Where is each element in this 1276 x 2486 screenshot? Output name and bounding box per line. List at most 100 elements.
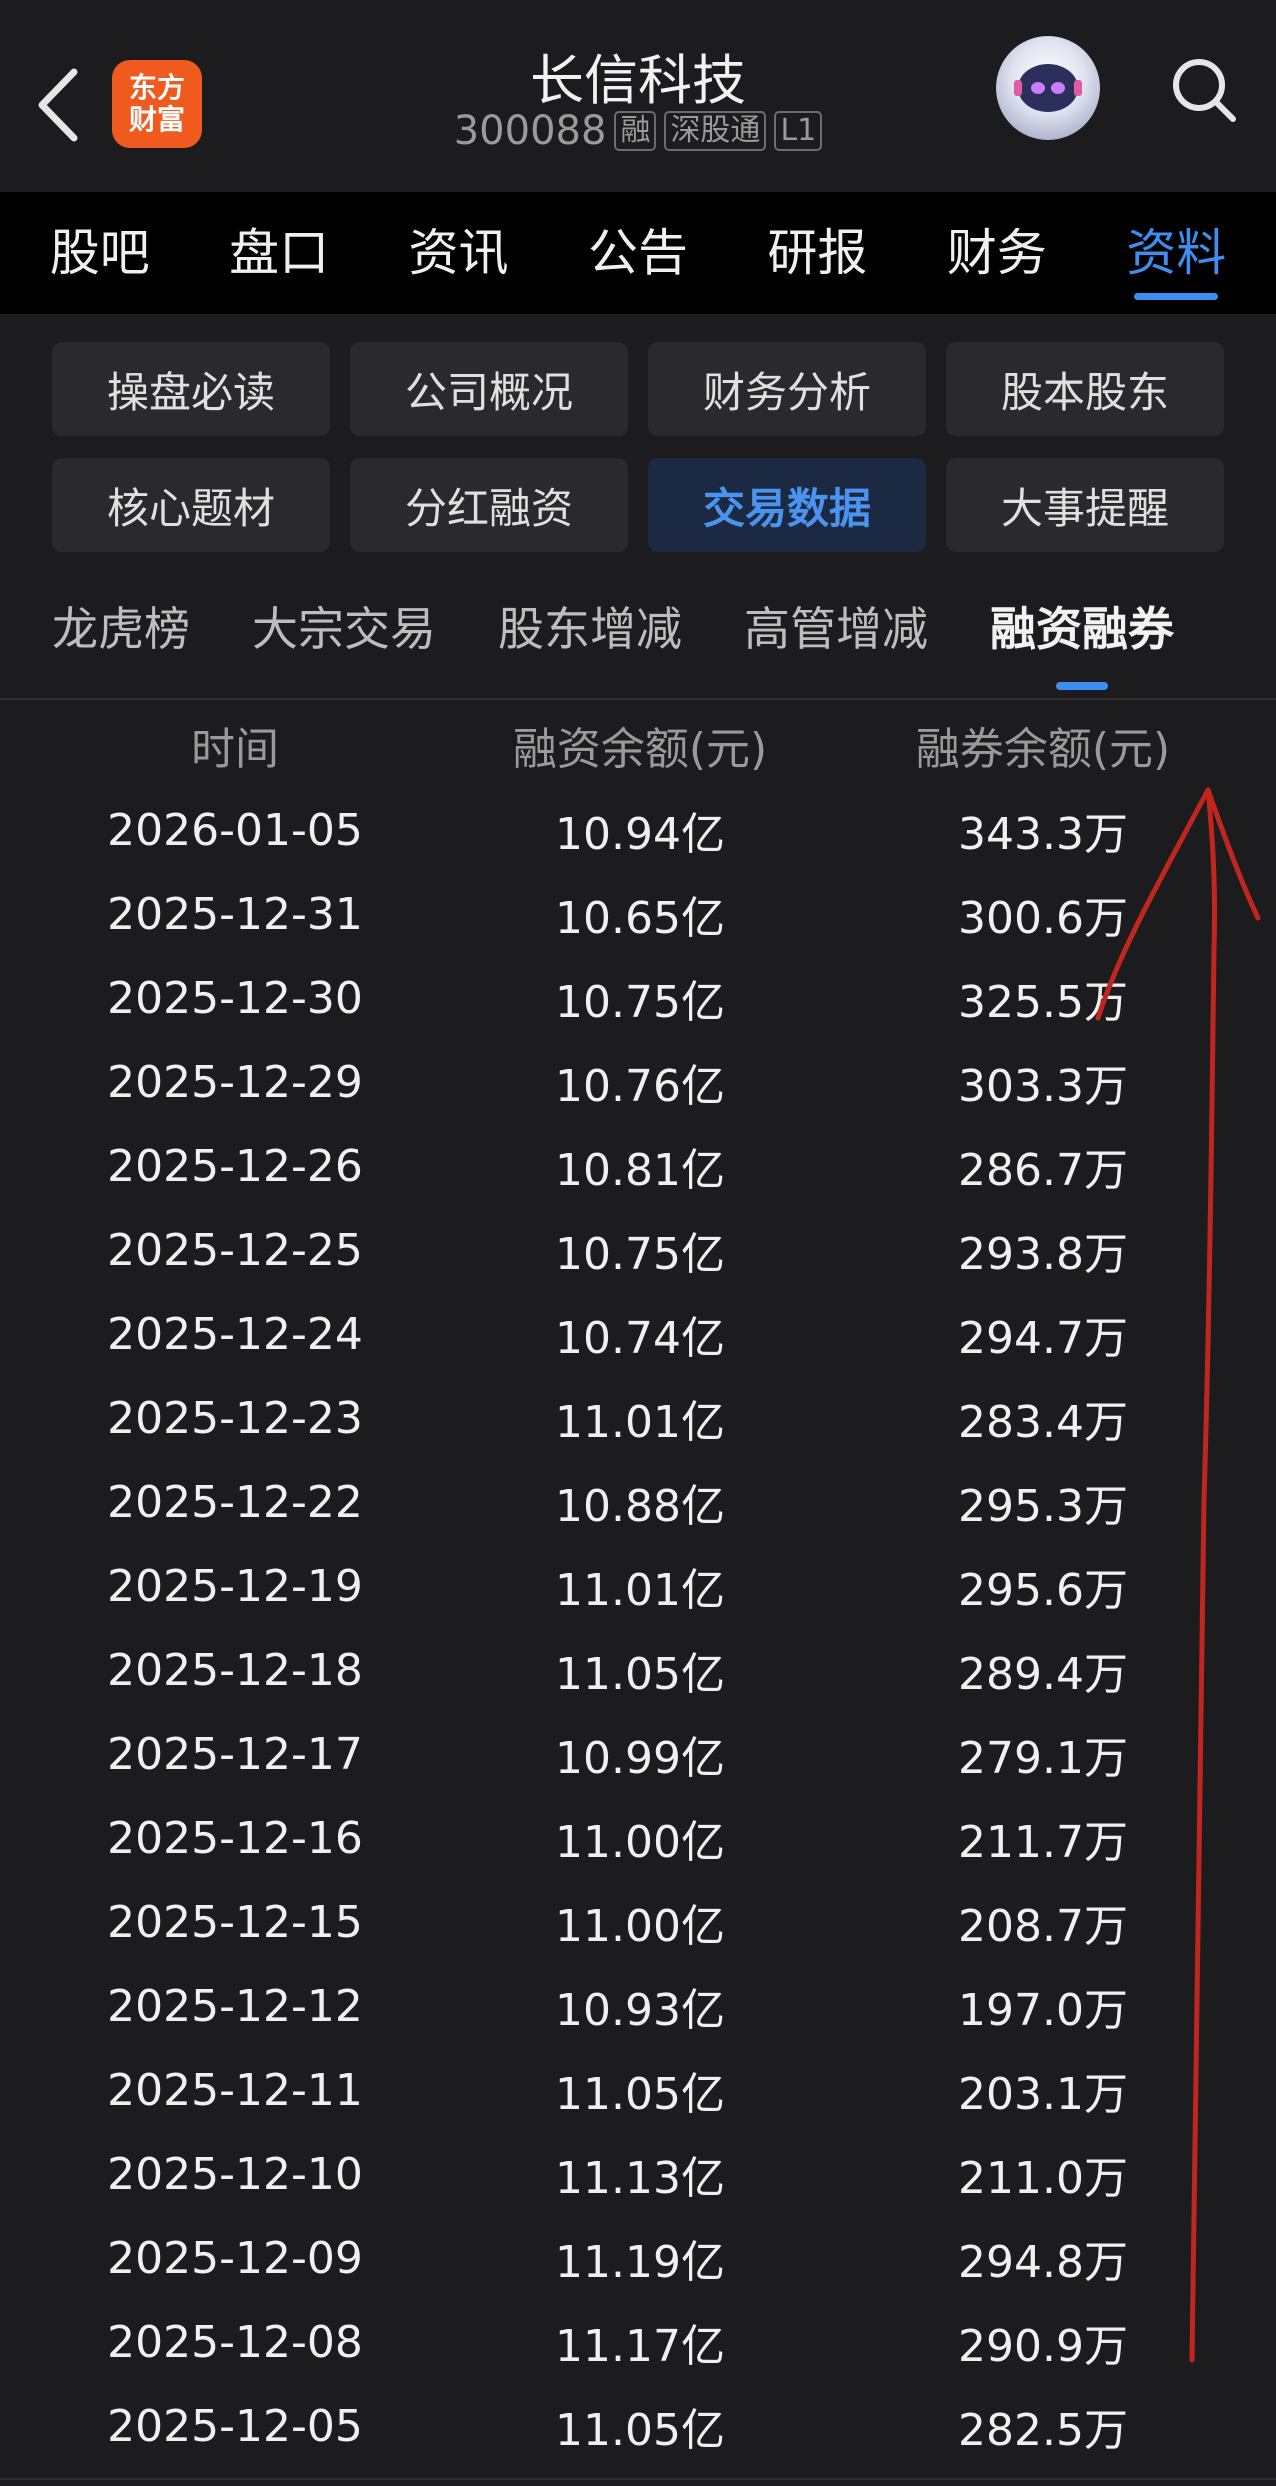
dividend-financing-button[interactable]: 分红融资 <box>350 458 628 552</box>
must-read-button[interactable]: 操盘必读 <box>52 342 330 436</box>
cell-margin-balance: 10.65亿 <box>555 893 725 944</box>
table-row[interactable]: 2025-12-15 11.00亿 208.7万 <box>0 1880 1276 1964</box>
level1-tag: L1 <box>774 111 823 151</box>
cell-date: 2025-12-05 <box>107 2400 363 2452</box>
main-tab-bar: 股吧 盘口 资讯 公告 研报 财务 资料 <box>0 192 1276 314</box>
cell-margin-balance: 11.05亿 <box>555 2405 725 2456</box>
table-row[interactable]: 2025-12-26 10.81亿 286.7万 <box>0 1124 1276 1208</box>
cell-short-balance: 343.3万 <box>958 809 1128 860</box>
cell-short-balance: 290.9万 <box>958 2321 1128 2372</box>
company-overview-button[interactable]: 公司概况 <box>350 342 628 436</box>
divider <box>0 2478 1276 2480</box>
cell-date: 2025-12-25 <box>107 1224 363 1276</box>
cell-margin-balance: 10.76亿 <box>555 1061 725 1112</box>
column-header-short-balance: 融券余额(元) <box>915 724 1171 775</box>
table-row[interactable]: 2025-12-23 11.01亿 283.4万 <box>0 1376 1276 1460</box>
cell-short-balance: 208.7万 <box>958 1901 1128 1952</box>
cell-margin-balance: 10.99亿 <box>555 1733 725 1784</box>
table-row[interactable]: 2025-12-19 11.01亿 295.6万 <box>0 1544 1276 1628</box>
cell-margin-balance: 10.74亿 <box>555 1313 725 1364</box>
subtab-dragon-tiger[interactable]: 龙虎榜 <box>52 580 190 698</box>
cell-date: 2025-12-16 <box>107 1812 363 1864</box>
table-row[interactable]: 2026-01-05 10.94亿 343.3万 <box>0 788 1276 872</box>
subtab-block-trades[interactable]: 大宗交易 <box>252 580 436 698</box>
tab-announcements[interactable]: 公告 <box>582 192 694 314</box>
table-row[interactable]: 2025-12-08 11.17亿 290.9万 <box>0 2300 1276 2384</box>
cell-short-balance: 197.0万 <box>958 1985 1128 2036</box>
cell-date: 2025-12-08 <box>107 2316 363 2368</box>
table-row[interactable]: 2025-12-29 10.76亿 303.3万 <box>0 1040 1276 1124</box>
search-button[interactable] <box>1164 50 1244 130</box>
tab-guba[interactable]: 股吧 <box>44 192 156 314</box>
table-row[interactable]: 2025-12-24 10.74亿 294.7万 <box>0 1292 1276 1376</box>
margin-trading-table: 2026-01-05 10.94亿 343.3万 2025-12-31 10.65亿 30… <box>0 788 1276 2468</box>
column-header-margin-balance: 融资余额(元) <box>512 724 768 775</box>
cell-short-balance: 286.7万 <box>958 1145 1128 1196</box>
cell-date: 2025-12-19 <box>107 1560 363 1612</box>
cell-short-balance: 294.8万 <box>958 2237 1128 2288</box>
table-row[interactable]: 2025-12-09 11.19亿 294.8万 <box>0 2216 1276 2300</box>
top-bar: 东方 财富 长信科技 300088 融 深股通 L1 <box>0 0 1276 192</box>
trading-data-button[interactable]: 交易数据 <box>648 458 926 552</box>
subtab-margin-trading[interactable]: 融资融券 <box>990 580 1174 698</box>
tab-profile[interactable]: 资料 <box>1120 192 1232 314</box>
table-row[interactable]: 2025-12-25 10.75亿 293.8万 <box>0 1208 1276 1292</box>
cell-short-balance: 279.1万 <box>958 1733 1128 1784</box>
table-row[interactable]: 2025-12-17 10.99亿 279.1万 <box>0 1712 1276 1796</box>
cell-short-balance: 293.8万 <box>958 1229 1128 1280</box>
profile-section-grid: 操盘必读 公司概况 财务分析 股本股东 核心题材 分红融资 交易数据 大事提醒 <box>52 342 1226 552</box>
financial-analysis-button[interactable]: 财务分析 <box>648 342 926 436</box>
subtab-executive-changes[interactable]: 高管增减 <box>744 580 928 698</box>
events-reminder-button[interactable]: 大事提醒 <box>946 458 1224 552</box>
search-icon <box>1173 59 1236 122</box>
cell-short-balance: 295.3万 <box>958 1481 1128 1532</box>
cell-date: 2025-12-11 <box>107 2064 363 2116</box>
divider <box>0 698 1276 700</box>
cell-date: 2025-12-29 <box>107 1056 363 1108</box>
cell-short-balance: 325.5万 <box>958 977 1128 1028</box>
cell-margin-balance: 10.94亿 <box>555 809 725 860</box>
cell-short-balance: 203.1万 <box>958 2069 1128 2120</box>
cell-margin-balance: 10.93亿 <box>555 1985 725 2036</box>
cell-date: 2025-12-30 <box>107 972 363 1024</box>
cell-short-balance: 289.4万 <box>958 1649 1128 1700</box>
cell-short-balance: 294.7万 <box>958 1313 1128 1364</box>
cell-short-balance: 300.6万 <box>958 893 1128 944</box>
shareholders-button[interactable]: 股本股东 <box>946 342 1224 436</box>
table-row[interactable]: 2025-12-10 11.13亿 211.0万 <box>0 2132 1276 2216</box>
table-row[interactable]: 2025-12-05 11.05亿 282.5万 <box>0 2384 1276 2468</box>
cell-short-balance: 211.7万 <box>958 1817 1128 1868</box>
cell-margin-balance: 10.75亿 <box>555 977 725 1028</box>
cell-margin-balance: 11.19亿 <box>555 2237 725 2288</box>
cell-date: 2025-12-10 <box>107 2148 363 2200</box>
cell-short-balance: 211.0万 <box>958 2153 1128 2204</box>
subtab-shareholder-changes[interactable]: 股东增减 <box>498 580 682 698</box>
tab-finance[interactable]: 财务 <box>941 192 1053 314</box>
cell-margin-balance: 11.05亿 <box>555 2069 725 2120</box>
cell-margin-balance: 11.01亿 <box>555 1397 725 1448</box>
core-themes-button[interactable]: 核心题材 <box>52 458 330 552</box>
cell-date: 2025-12-17 <box>107 1728 363 1780</box>
table-row[interactable]: 2025-12-22 10.88亿 295.3万 <box>0 1460 1276 1544</box>
cell-date: 2025-12-26 <box>107 1140 363 1192</box>
table-row[interactable]: 2025-12-11 11.05亿 203.1万 <box>0 2048 1276 2132</box>
cell-margin-balance: 10.75亿 <box>555 1229 725 1280</box>
cell-margin-balance: 11.00亿 <box>555 1817 725 1868</box>
table-row[interactable]: 2025-12-18 11.05亿 289.4万 <box>0 1628 1276 1712</box>
tab-research[interactable]: 研报 <box>761 192 873 314</box>
robot-avatar-icon[interactable] <box>996 36 1100 140</box>
tab-pankou[interactable]: 盘口 <box>223 192 335 314</box>
table-row[interactable]: 2025-12-12 10.93亿 197.0万 <box>0 1964 1276 2048</box>
table-row[interactable]: 2025-12-16 11.00亿 211.7万 <box>0 1796 1276 1880</box>
column-header-date: 时间 <box>191 724 279 775</box>
tab-news[interactable]: 资讯 <box>403 192 515 314</box>
cell-date: 2025-12-22 <box>107 1476 363 1528</box>
robot-face-icon <box>1014 64 1082 112</box>
stock-code: 300088 <box>453 108 607 154</box>
table-row[interactable]: 2025-12-30 10.75亿 325.5万 <box>0 956 1276 1040</box>
cell-margin-balance: 11.00亿 <box>555 1901 725 1952</box>
cell-short-balance: 303.3万 <box>958 1061 1128 1112</box>
cell-margin-balance: 10.81亿 <box>555 1145 725 1196</box>
table-row[interactable]: 2025-12-31 10.65亿 300.6万 <box>0 872 1276 956</box>
shenzhen-connect-tag: 深股通 <box>664 111 767 151</box>
